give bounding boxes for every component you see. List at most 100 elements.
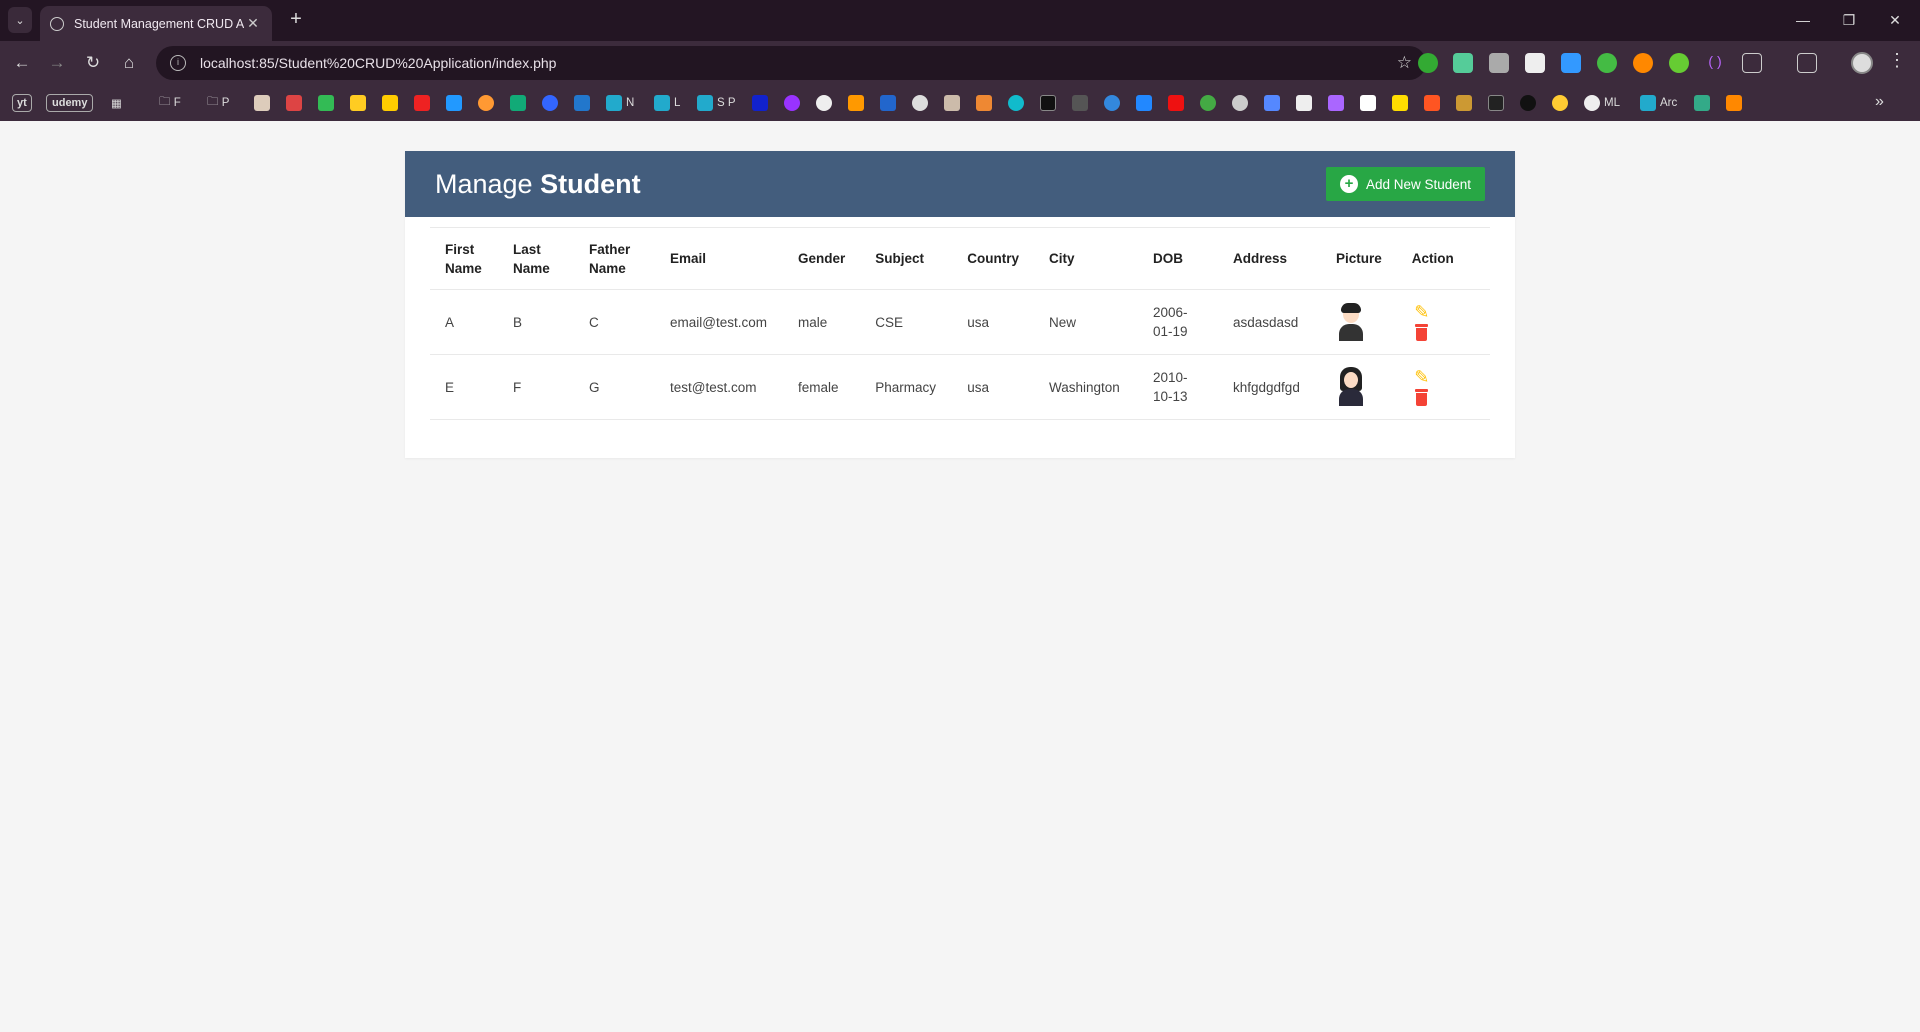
extension-icon[interactable]: ( ) xyxy=(1705,53,1725,73)
extension-icon[interactable] xyxy=(1525,53,1545,73)
tab-strip: ⌄ Student Management CRUD Ap ✕ + — ❐ ✕ xyxy=(0,0,1920,41)
url-text[interactable]: localhost:85/Student%20CRUD%20Applicatio… xyxy=(200,55,1397,71)
more-bookmarks-icon[interactable]: » xyxy=(1875,93,1884,111)
bookmark-icon[interactable] xyxy=(350,95,366,111)
browser-chrome: ⌄ Student Management CRUD Ap ✕ + — ❐ ✕ ←… xyxy=(0,0,1920,121)
column-header: City xyxy=(1034,227,1139,290)
edit-pencil-icon[interactable]: ✎ xyxy=(1412,367,1432,387)
extension-icon[interactable] xyxy=(1453,53,1473,73)
bookmark-icon[interactable] xyxy=(1520,95,1536,111)
bookmark-icon[interactable] xyxy=(944,95,960,111)
bookmark-icon[interactable] xyxy=(880,95,896,111)
apps-grid-icon[interactable]: ▦ xyxy=(111,94,122,112)
bookmark-icon[interactable] xyxy=(912,95,928,111)
code-icon[interactable] xyxy=(1488,95,1504,111)
restore-button[interactable]: ❐ xyxy=(1826,8,1872,32)
side-panel-icon[interactable] xyxy=(1797,53,1817,73)
first-name-cell: A xyxy=(430,289,498,355)
add-new-student-button[interactable]: + Add New Student xyxy=(1326,167,1485,201)
bookmark-folder-p[interactable]: 🗀 P xyxy=(207,94,229,112)
last-name-cell: B xyxy=(498,289,574,355)
bookmark-icon[interactable] xyxy=(1136,95,1152,111)
browser-toolbar: ← → ↻ ⌂ i localhost:85/Student%20CRUD%20… xyxy=(0,41,1920,85)
close-icon[interactable]: ✕ xyxy=(244,15,262,32)
forward-button[interactable]: → xyxy=(45,51,69,75)
close-window-button[interactable]: ✕ xyxy=(1872,8,1918,32)
github-icon[interactable] xyxy=(816,95,832,111)
country-cell: usa xyxy=(952,289,1035,355)
home-button[interactable]: ⌂ xyxy=(117,51,141,75)
site-info-icon[interactable]: i xyxy=(170,55,186,71)
bookmark-icon[interactable] xyxy=(542,95,558,111)
gmail-icon[interactable] xyxy=(286,95,302,111)
bookmark-icon[interactable] xyxy=(574,95,590,111)
drive-icon[interactable] xyxy=(318,95,334,111)
bookmark-icon[interactable] xyxy=(478,95,494,111)
reload-button[interactable]: ↻ xyxy=(81,51,105,75)
bookmark-star-icon[interactable]: ☆ xyxy=(1397,53,1412,73)
microsoft-icon[interactable] xyxy=(1424,95,1440,111)
bookmark-icon[interactable] xyxy=(1694,95,1710,111)
bookmark-label: S P xyxy=(717,97,736,109)
bookmark-icon[interactable] xyxy=(848,95,864,111)
new-tab-button[interactable]: + xyxy=(284,8,308,32)
back-button[interactable]: ← xyxy=(10,51,34,75)
grammarly-extension-icon[interactable] xyxy=(1418,53,1438,73)
notion-icon[interactable] xyxy=(1360,95,1376,111)
extension-icon[interactable] xyxy=(1669,53,1689,73)
bookmark-icon[interactable] xyxy=(1040,95,1056,111)
tab-search-button[interactable]: ⌄ xyxy=(8,7,32,33)
puzzle-icon[interactable] xyxy=(1742,53,1762,73)
menu-icon[interactable]: ⋮ xyxy=(1888,50,1906,71)
bookmark-icon[interactable] xyxy=(1072,95,1088,111)
bookmark-icon[interactable] xyxy=(784,95,800,111)
extension-icon[interactable] xyxy=(1561,53,1581,73)
bookmark-icon[interactable] xyxy=(382,95,398,111)
bookmark-icon[interactable] xyxy=(1264,95,1280,111)
bookmark-n[interactable]: N xyxy=(606,94,634,112)
bookmark-icon[interactable] xyxy=(1726,95,1742,111)
browser-tab[interactable]: Student Management CRUD Ap ✕ xyxy=(40,6,272,41)
extension-icon[interactable] xyxy=(1597,53,1617,73)
bookmark-yt[interactable]: yt xyxy=(12,94,32,112)
bookmark-icon[interactable] xyxy=(1392,95,1408,111)
column-header: Picture xyxy=(1321,227,1397,290)
bookmark-icon[interactable] xyxy=(1456,95,1472,111)
address-bar[interactable]: i localhost:85/Student%20CRUD%20Applicat… xyxy=(156,46,1426,80)
bookmark-l[interactable]: L xyxy=(654,94,680,112)
bookmark-udemy[interactable]: udemy xyxy=(46,94,94,112)
extension-icon[interactable] xyxy=(1633,53,1653,73)
bookmark-icon[interactable] xyxy=(752,95,768,111)
youtube-icon[interactable] xyxy=(414,95,430,111)
edit-pencil-icon[interactable]: ✎ xyxy=(1412,302,1432,322)
bookmark-icon[interactable] xyxy=(446,95,462,111)
profile-avatar[interactable] xyxy=(1851,52,1873,74)
bookmark-arc[interactable]: Arc xyxy=(1640,94,1677,112)
bookmark-icon[interactable] xyxy=(1008,95,1024,111)
bookmark-icon[interactable] xyxy=(1296,95,1312,111)
globe-icon xyxy=(50,16,64,31)
bookmark-sp[interactable]: S P xyxy=(697,94,736,112)
bookmark-icon[interactable] xyxy=(1552,95,1568,111)
google-icon xyxy=(1584,95,1600,111)
column-header: Country xyxy=(952,227,1035,290)
delete-trash-icon[interactable] xyxy=(1412,387,1432,407)
bookmark-icon[interactable] xyxy=(1168,95,1184,111)
bookmark-icon[interactable] xyxy=(510,95,526,111)
minimize-button[interactable]: — xyxy=(1780,8,1826,32)
bookmark-icon[interactable] xyxy=(1200,95,1216,111)
bookmark-icon[interactable] xyxy=(1232,95,1248,111)
gender-cell: female xyxy=(783,354,861,420)
city-cell: Washington xyxy=(1034,354,1139,420)
bookmark-icon[interactable] xyxy=(1328,95,1344,111)
bookmark-ml[interactable]: ML xyxy=(1584,94,1620,112)
page-title-light: Manage xyxy=(435,169,533,199)
female-avatar xyxy=(1336,367,1366,407)
bookmark-folder-f[interactable]: 🗀 F xyxy=(159,94,181,112)
bookmark-icon[interactable] xyxy=(254,95,270,111)
bookmark-icon[interactable] xyxy=(976,95,992,111)
extension-icon[interactable] xyxy=(1489,53,1509,73)
bookmark-icon[interactable] xyxy=(1104,95,1120,111)
table-row: A B C email@test.com male CSE usa New 20… xyxy=(430,289,1490,355)
delete-trash-icon[interactable] xyxy=(1412,322,1432,342)
